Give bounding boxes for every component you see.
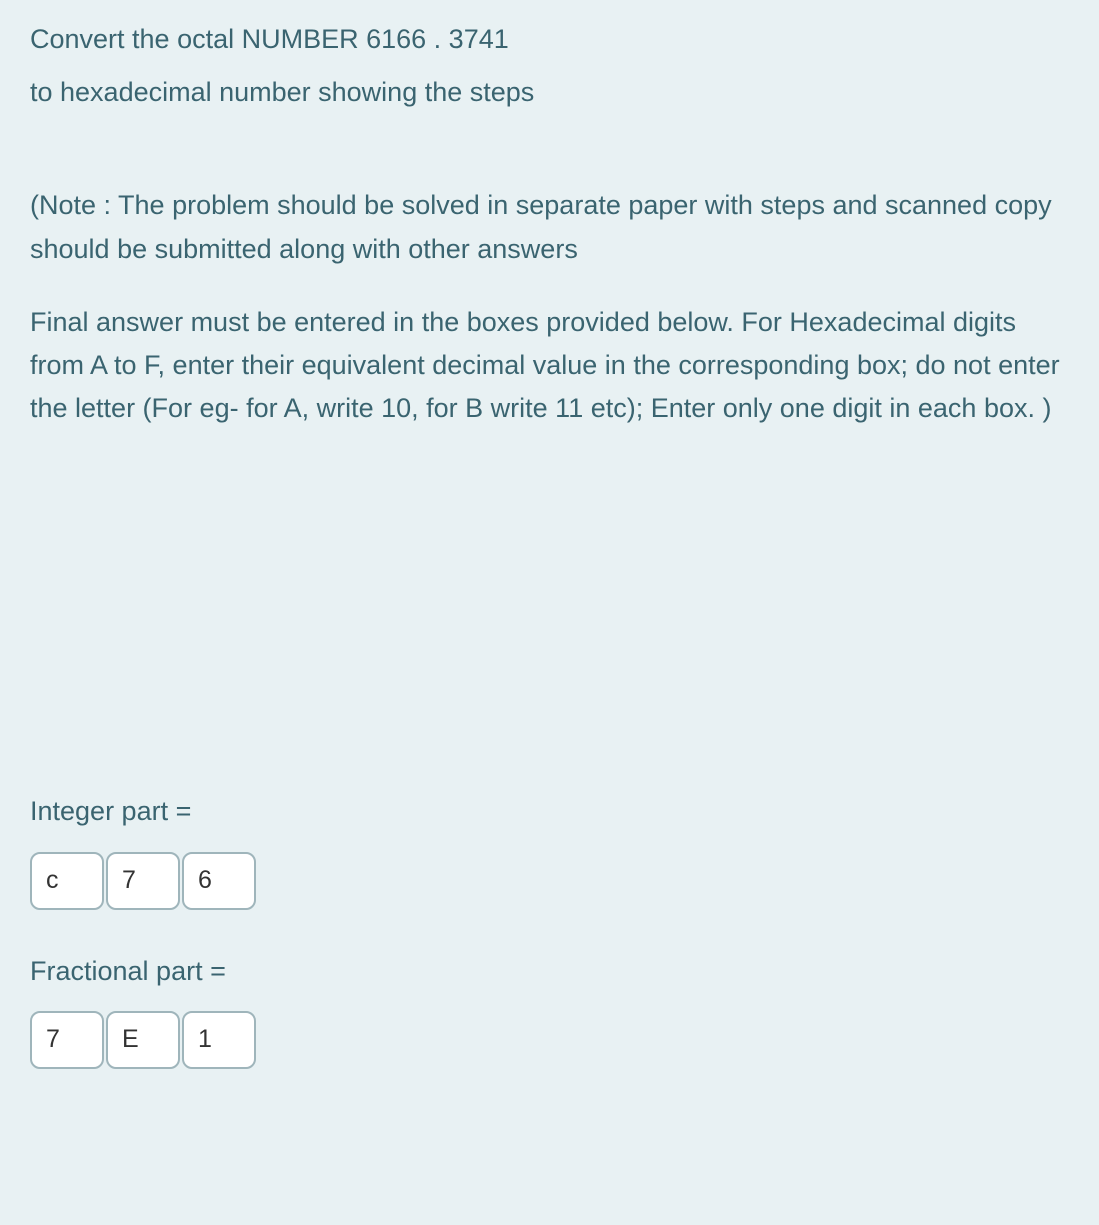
integer-input-row [30,852,1069,910]
question-line-2: to hexadecimal number showing the steps [30,71,1069,114]
note-text: (Note : The problem should be solved in … [30,184,1069,270]
fractional-digit-2-input[interactable] [106,1011,180,1069]
fractional-digit-1-input[interactable] [30,1011,104,1069]
integer-digit-2-input[interactable] [106,852,180,910]
fractional-part-label: Fractional part = [30,950,1069,993]
instruction-text: Final answer must be entered in the boxe… [30,301,1069,431]
integer-digit-3-input[interactable] [182,852,256,910]
fractional-digit-3-input[interactable] [182,1011,256,1069]
integer-part-label: Integer part = [30,790,1069,833]
fractional-input-row [30,1011,1069,1069]
question-line-1: Convert the octal NUMBER 6166 . 3741 [30,18,1069,61]
integer-digit-1-input[interactable] [30,852,104,910]
